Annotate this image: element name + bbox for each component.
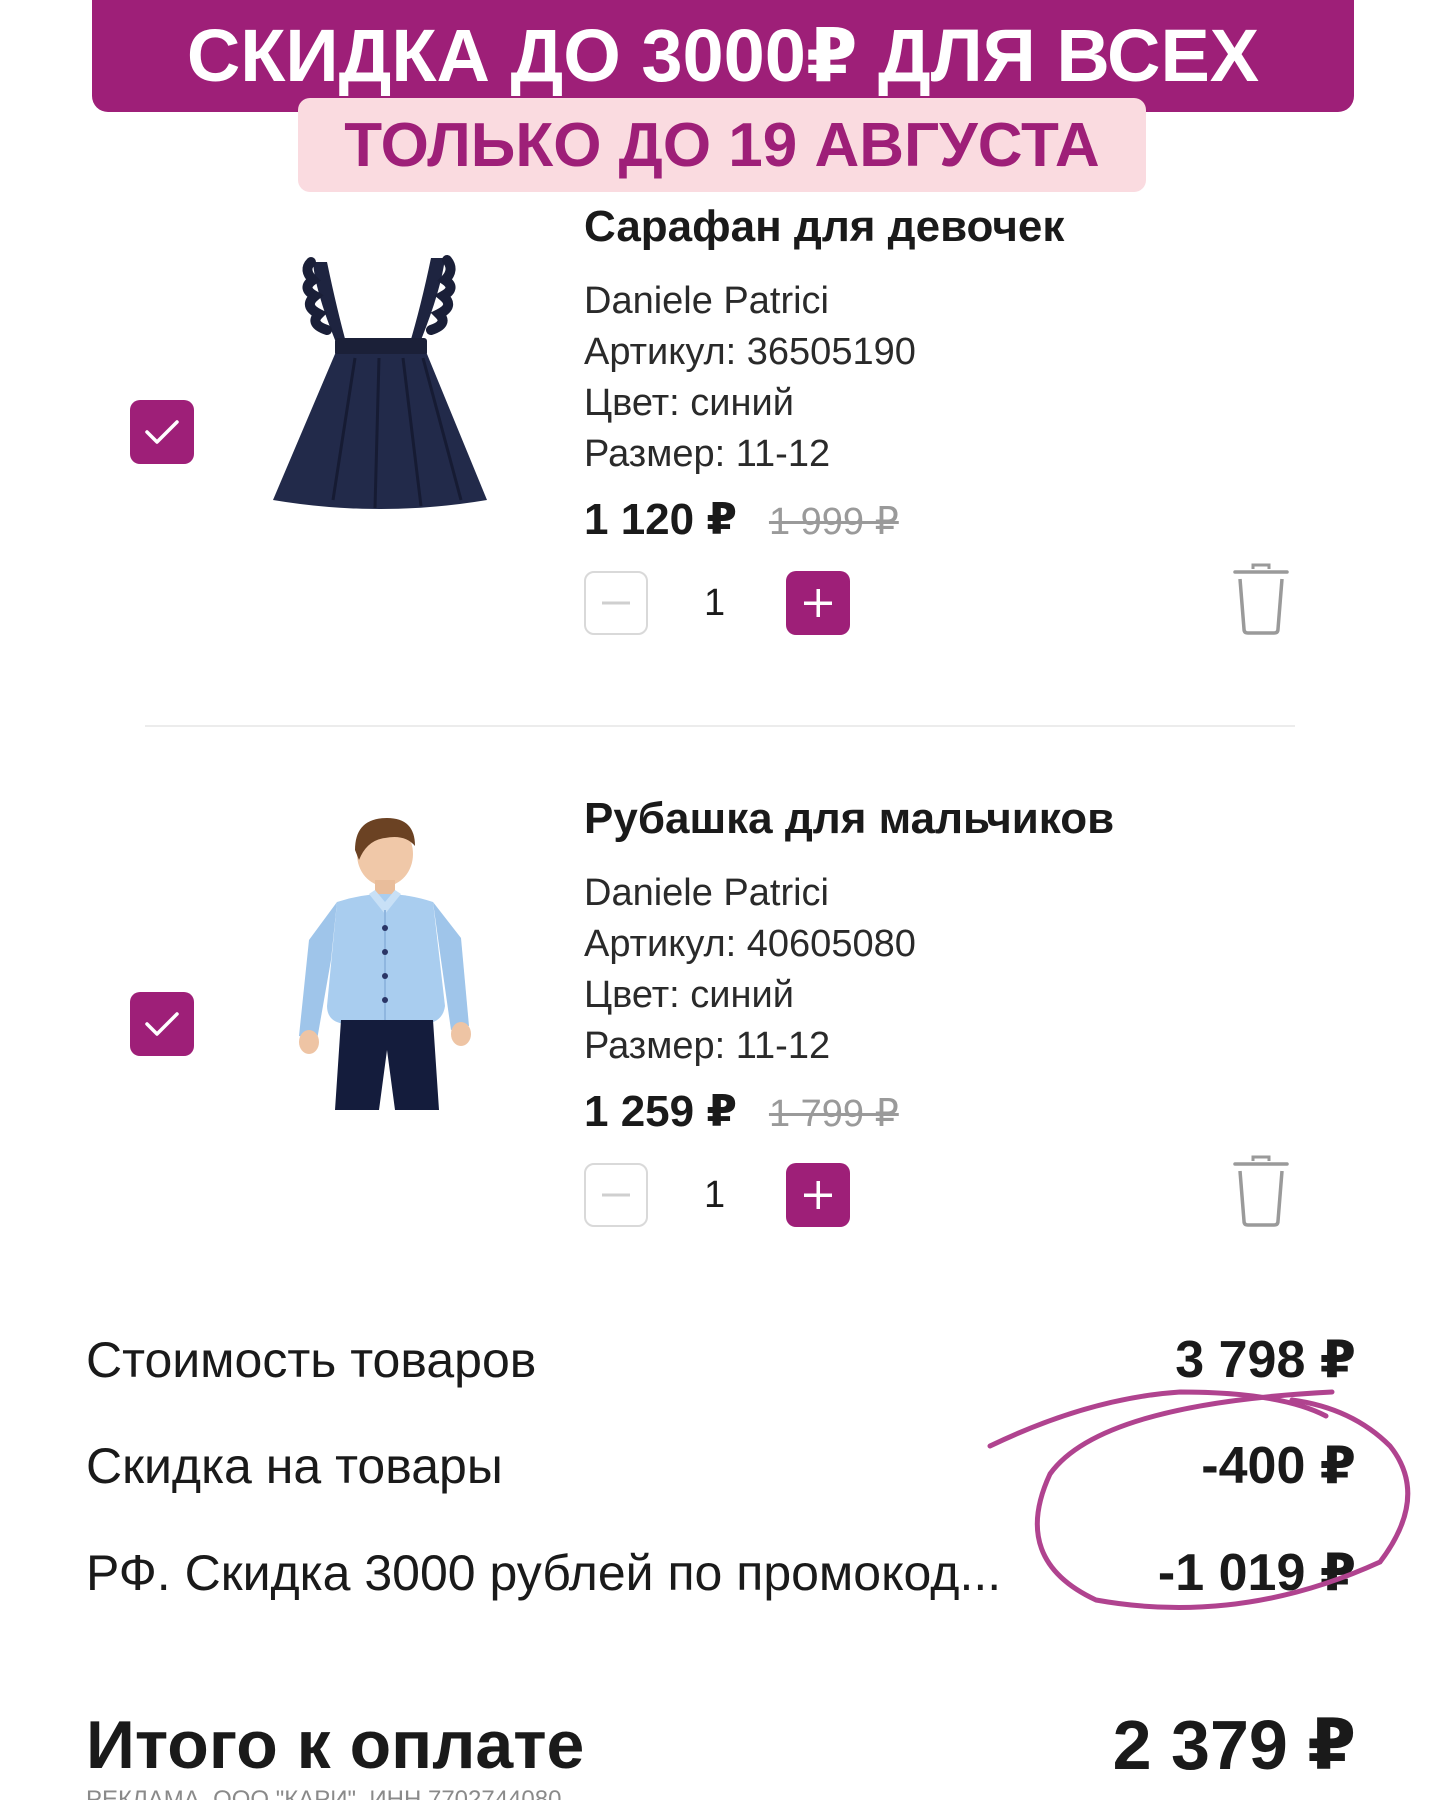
promo-deadline-badge: ТОЛЬКО ДО 19 АВГУСТА: [298, 98, 1146, 192]
plus-icon: [804, 1181, 832, 1209]
promo-discount-value: -1 019 ₽: [1157, 1544, 1356, 1602]
product-article: Артикул: 36505190: [584, 331, 916, 373]
product-info: Рубашка для мальчиков Daniele Patrici Ар…: [584, 792, 1344, 1227]
total-value: 2 379 ₽: [1112, 1706, 1356, 1784]
decrease-quantity-button[interactable]: [584, 571, 648, 635]
current-price: 1 259 ₽: [584, 1087, 737, 1136]
goods-cost-label: Стоимость товаров: [86, 1332, 537, 1388]
old-price: 1 799 ₽: [768, 1093, 899, 1135]
product-image-shirt[interactable]: [255, 810, 505, 1150]
product-brand: Daniele Patrici: [584, 280, 829, 322]
product-article: Артикул: 40605080: [584, 923, 916, 965]
product-title[interactable]: Рубашка для мальчиков: [584, 792, 1344, 846]
product-color: Цвет: синий: [584, 382, 794, 424]
promo-deadline-text: ТОЛЬКО ДО 19 АВГУСТА: [344, 110, 1100, 180]
item-select-checkbox[interactable]: [130, 992, 194, 1056]
current-price: 1 120 ₽: [584, 495, 737, 544]
increase-quantity-button[interactable]: [786, 571, 850, 635]
price-block: 1 120 ₽ 1 999 ₽: [584, 494, 1344, 545]
cart-item: Сарафан для девочек Daniele Patrici Арти…: [0, 200, 1440, 720]
product-title[interactable]: Сарафан для девочек: [584, 200, 1344, 254]
goods-cost-value: 3 798 ₽: [1175, 1331, 1356, 1389]
item-divider: [145, 725, 1295, 727]
remove-item-button[interactable]: [1232, 563, 1290, 635]
summary-promo-row: РФ. Скидка 3000 рублей по промокод... -1…: [86, 1538, 1356, 1608]
trash-icon: [1233, 563, 1289, 635]
plus-icon: [804, 589, 832, 617]
quantity-stepper: 1: [584, 1155, 1344, 1227]
decrease-quantity-button[interactable]: [584, 1163, 648, 1227]
check-icon: [145, 420, 179, 444]
quantity-value: 1: [704, 582, 726, 624]
product-brand: Daniele Patrici: [584, 872, 829, 914]
product-size: Размер: 11-12: [584, 1025, 831, 1067]
promo-banner-text: СКИДКА ДО 3000₽ ДЛЯ ВСЕХ: [186, 14, 1260, 97]
summary-discount-row: Скидка на товары -400 ₽: [86, 1431, 1356, 1501]
total-label: Итого к оплате: [86, 1707, 585, 1783]
promo-banner: СКИДКА ДО 3000₽ ДЛЯ ВСЕХ: [92, 0, 1354, 112]
minus-icon: [602, 601, 630, 605]
product-info: Сарафан для девочек Daniele Patrici Арти…: [584, 200, 1344, 635]
product-size: Размер: 11-12: [584, 433, 831, 475]
product-image-sarafan[interactable]: [255, 250, 505, 590]
cart-item: Рубашка для мальчиков Daniele Patrici Ар…: [0, 792, 1440, 1312]
summary-goods-row: Стоимость товаров 3 798 ₽: [86, 1325, 1356, 1395]
trash-icon: [1233, 1155, 1289, 1227]
goods-discount-label: Скидка на товары: [86, 1438, 503, 1494]
quantity-value: 1: [704, 1174, 726, 1216]
minus-icon: [602, 1193, 630, 1197]
product-color: Цвет: синий: [584, 974, 794, 1016]
item-select-checkbox[interactable]: [130, 400, 194, 464]
check-icon: [145, 1012, 179, 1036]
price-block: 1 259 ₽ 1 799 ₽: [584, 1086, 1344, 1137]
increase-quantity-button[interactable]: [786, 1163, 850, 1227]
old-price: 1 999 ₽: [768, 501, 899, 543]
ad-disclaimer: РЕКЛАМА. ООО "КАРИ". ИНН 7702744080: [86, 1786, 562, 1800]
promo-discount-label: РФ. Скидка 3000 рублей по промокод...: [86, 1545, 1002, 1601]
quantity-stepper: 1: [584, 563, 1344, 635]
remove-item-button[interactable]: [1232, 1155, 1290, 1227]
goods-discount-value: -400 ₽: [1201, 1437, 1356, 1495]
summary-total-row: Итого к оплате 2 379 ₽: [86, 1700, 1356, 1790]
